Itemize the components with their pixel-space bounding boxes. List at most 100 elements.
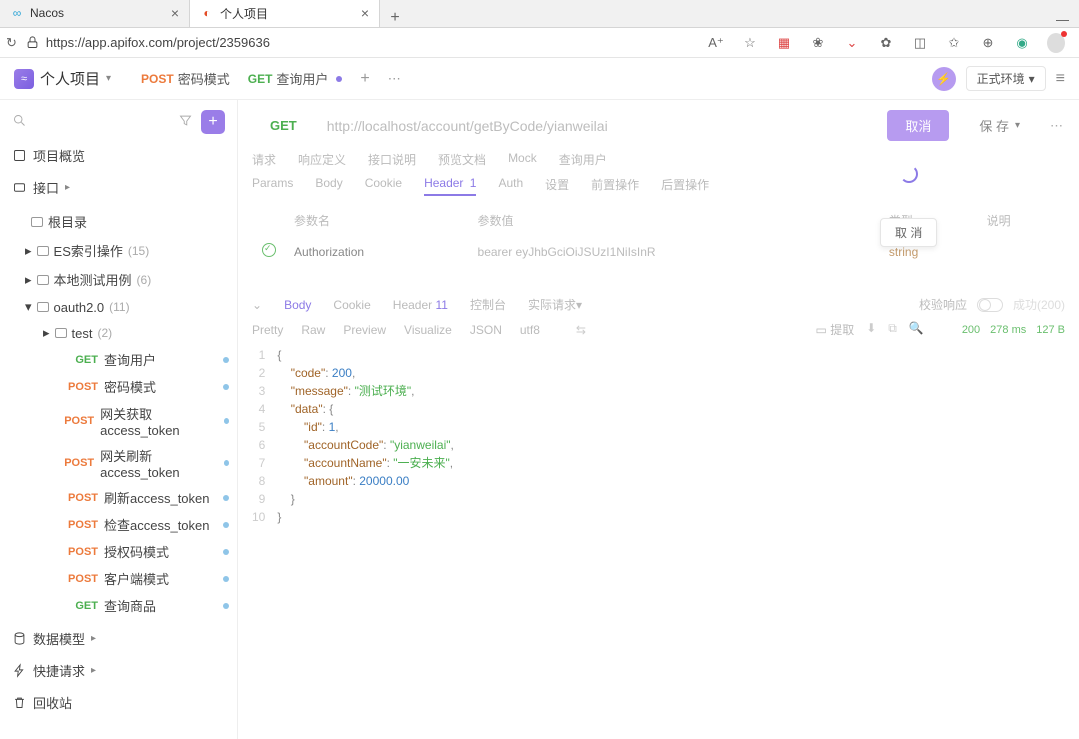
favorites-icon[interactable]: ✩ — [945, 35, 963, 51]
sub-tab[interactable]: Params — [252, 176, 293, 196]
search-icon[interactable]: 🔍 — [909, 321, 924, 338]
minimize-icon[interactable]: — — [1056, 12, 1069, 27]
top-tab[interactable]: Mock — [508, 151, 537, 168]
tree-folder-es[interactable]: ▸ ES索引操作 (15) — [0, 236, 237, 265]
sidebar-item-api[interactable]: 接口 ▸ — [0, 173, 237, 202]
refresh-icon[interactable]: ↻ — [6, 35, 17, 51]
filter-icon[interactable] — [178, 113, 193, 131]
sub-tab[interactable]: Auth — [498, 176, 523, 196]
file-tab-password[interactable]: POST 密码模式 — [141, 69, 230, 88]
response-tab[interactable]: Header 11 — [393, 298, 448, 312]
response-tab[interactable]: 实际请求▾ — [528, 298, 582, 312]
ext-icon[interactable]: ▦ — [775, 35, 793, 51]
top-tab[interactable]: 查询用户 — [559, 151, 607, 168]
tree-folder-test[interactable]: ▸ test (2) — [0, 320, 237, 346]
reader-icon[interactable]: A⁺ — [707, 35, 725, 51]
fmt-tab[interactable]: utf8 — [520, 323, 540, 337]
api-item[interactable]: POST网关获取access_token — [0, 400, 237, 442]
fmt-tab[interactable]: Preview — [343, 323, 386, 337]
fmt-tab[interactable]: Raw — [301, 323, 325, 337]
sub-tab[interactable]: Header 1 — [424, 176, 476, 196]
extract-button[interactable]: ▭ 提取 — [816, 321, 855, 338]
search-icon[interactable] — [12, 113, 27, 131]
sub-tab[interactable]: Body — [315, 176, 342, 196]
api-item[interactable]: POST检查access_token — [0, 511, 237, 538]
more-icon[interactable]: ⋯ — [1050, 118, 1065, 134]
api-icon — [12, 180, 27, 195]
api-item[interactable]: POST刷新access_token — [0, 484, 237, 511]
browser-tab-active[interactable]: ◐ 个人项目 × — [190, 0, 380, 27]
activity-icon[interactable]: ⚡ — [932, 67, 956, 91]
settings-menu-icon[interactable]: ≡ — [1056, 70, 1065, 88]
save-button[interactable]: 保 存 ▾ — [961, 110, 1038, 141]
new-file-tab[interactable]: + — [360, 70, 369, 88]
collections-icon[interactable]: ⊕ — [979, 35, 997, 51]
pocket-icon[interactable]: ⌄ — [843, 35, 861, 51]
tree-label: test — [72, 326, 93, 341]
sidebar-item-data-model[interactable]: 数据模型 ▸ — [0, 624, 237, 653]
response-tab[interactable]: Cookie — [333, 298, 370, 312]
api-item[interactable]: POST网关刷新access_token — [0, 442, 237, 484]
copy-icon[interactable]: ⧉ — [888, 321, 897, 338]
api-item[interactable]: GET查询用户 — [0, 346, 237, 373]
count-badge: (15) — [128, 244, 149, 258]
sub-tab[interactable]: Cookie — [365, 176, 402, 196]
method-badge: POST — [62, 492, 98, 504]
api-item[interactable]: POST授权码模式 — [0, 538, 237, 565]
sub-tab[interactable]: 设置 — [545, 176, 569, 196]
sidebar-item-recycle[interactable]: 回收站 — [0, 688, 237, 717]
api-item[interactable]: POST客户端模式 — [0, 565, 237, 592]
top-tab[interactable]: 预览文档 — [438, 151, 486, 168]
top-tab[interactable]: 响应定义 — [298, 151, 346, 168]
ext-icon-2[interactable]: ❀ — [809, 35, 827, 51]
sub-tab[interactable]: 后置操作 — [661, 176, 709, 196]
extension-icon[interactable]: ✿ — [877, 35, 895, 51]
method-badge: POST — [62, 573, 98, 585]
send-button[interactable]: 取消 — [887, 110, 949, 141]
project-name: 个人项目 — [40, 68, 100, 89]
tree-root[interactable]: 根目录 — [0, 207, 237, 236]
cancel-popover[interactable]: 取 消 — [880, 218, 937, 247]
table-row[interactable]: Authorization bearer eyJhbGciOiJSUzI1NiI… — [254, 237, 1063, 266]
edge-icon[interactable]: ◉ — [1013, 35, 1031, 51]
fmt-tab[interactable]: JSON — [470, 323, 502, 337]
new-tab-button[interactable]: + — [380, 9, 410, 27]
environment-select[interactable]: 正式环境 ▾ — [966, 66, 1046, 91]
tree-folder-oauth[interactable]: ▾ oauth2.0 (11) — [0, 294, 237, 320]
download-icon[interactable]: ⬇ — [866, 321, 876, 338]
check-icon[interactable] — [262, 243, 276, 257]
star-icon[interactable]: ☆ — [741, 35, 759, 51]
sub-tab[interactable]: 前置操作 — [591, 176, 639, 196]
response-tab[interactable]: Body — [284, 298, 311, 312]
sidebar-item-quick-request[interactable]: 快捷请求 ▸ — [0, 656, 237, 685]
browser-tab-nacos[interactable]: ∞ Nacos × — [0, 0, 190, 27]
top-tab[interactable]: 接口说明 — [368, 151, 416, 168]
col-header: 参数值 — [470, 206, 879, 235]
format-icon[interactable]: ⇆ — [576, 323, 586, 337]
url-input[interactable]: http://localhost/account/getByCode/yianw… — [327, 118, 876, 134]
sidebar-item-overview[interactable]: 项目概览 — [0, 141, 237, 170]
url-box[interactable]: https://app.apifox.com/project/2359636 — [25, 35, 270, 50]
api-item[interactable]: GET查询商品 — [0, 592, 237, 619]
api-name: 授权码模式 — [104, 542, 169, 561]
top-tab[interactable]: 请求 — [252, 151, 276, 168]
response-tab[interactable]: 控制台 — [470, 298, 506, 312]
response-body[interactable]: 1 2 3 4 5 6 7 8 9 10 { "code": 200, "mes… — [252, 346, 1065, 526]
tree-folder-local[interactable]: ▸ 本地测试用例 (6) — [0, 265, 237, 294]
close-icon[interactable]: × — [361, 5, 369, 21]
api-item[interactable]: POST密码模式 — [0, 373, 237, 400]
file-tab-query-user[interactable]: GET 查询用户 — [248, 69, 343, 88]
fmt-tab[interactable]: Pretty — [252, 323, 283, 337]
add-button[interactable]: + — [201, 110, 225, 134]
profile-avatar[interactable] — [1047, 33, 1065, 53]
method-select[interactable]: GET — [252, 114, 315, 137]
fmt-tab[interactable]: Visualize — [404, 323, 452, 337]
more-tabs-icon[interactable]: ⋯ — [388, 71, 401, 87]
api-name: 检查access_token — [104, 515, 210, 534]
collapse-icon[interactable]: ⌄ — [252, 298, 262, 312]
project-selector[interactable]: ≈ 个人项目 ▾ — [14, 68, 111, 89]
verify-toggle[interactable] — [977, 298, 1003, 312]
chevron-right-icon: ▸ — [91, 665, 101, 676]
sidebar-icon[interactable]: ◫ — [911, 35, 929, 51]
close-icon[interactable]: × — [171, 5, 179, 21]
